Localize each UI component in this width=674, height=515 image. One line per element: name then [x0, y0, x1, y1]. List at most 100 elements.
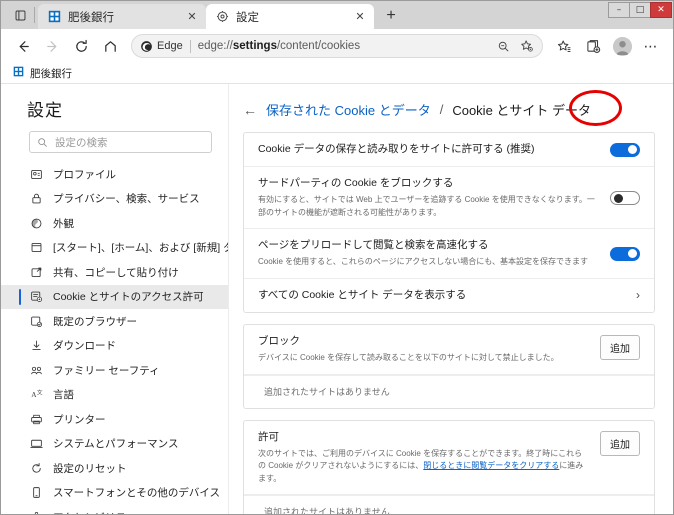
- forward-button[interactable]: [38, 33, 66, 59]
- close-button[interactable]: ✕: [650, 2, 672, 18]
- block-third-party-row[interactable]: サードパーティの Cookie をブロックする 有効にすると、サイトでは Web…: [244, 167, 654, 230]
- avatar: [612, 36, 632, 56]
- accessibility-icon: [29, 510, 44, 514]
- sidebar-item-label: 設定のリセット: [53, 462, 127, 475]
- search-icon: [38, 137, 47, 147]
- language-icon: A文: [29, 387, 44, 402]
- home-button[interactable]: [96, 33, 124, 59]
- gear-icon: [215, 10, 229, 24]
- sidebar-item-languages[interactable]: A文 言語: [1, 383, 228, 408]
- collections-icon: [586, 39, 600, 53]
- bookmark-item[interactable]: 肥後銀行: [9, 65, 76, 82]
- zoom-out-icon[interactable]: [492, 36, 514, 56]
- sidebar-item-profile[interactable]: プロファイル: [1, 162, 228, 187]
- row-description: Cookie を使用すると、これらのページにアクセスしない場合にも、基本設定を保…: [258, 257, 589, 267]
- row-title: すべての Cookie とサイト データを表示する: [258, 288, 467, 301]
- block-third-party-toggle[interactable]: [610, 190, 640, 205]
- row-text-block: ページをプリロードして閲覧と検索を高速化する Cookie を使用すると、これら…: [258, 238, 610, 269]
- omnibox-icons: [492, 36, 538, 56]
- sidebar-item-label: ダウンロード: [53, 340, 116, 353]
- allow-cookies-row[interactable]: Cookie データの保存と読み取りをサイトに許可する (推奨): [244, 133, 654, 168]
- profile-button[interactable]: [608, 33, 636, 59]
- section-title: ブロック: [258, 335, 300, 348]
- close-icon[interactable]: ✕: [184, 9, 200, 25]
- page-title: 設定: [27, 101, 63, 120]
- allow-cookies-toggle[interactable]: [610, 142, 640, 157]
- minimize-button[interactable]: –: [608, 2, 630, 18]
- bookmark-bar: 肥後銀行: [1, 63, 673, 84]
- sidebar-item-phone-other-devices[interactable]: スマートフォンとその他のデバイス: [1, 481, 228, 506]
- restore-button[interactable]: □: [629, 2, 651, 18]
- printer-icon: [29, 412, 44, 427]
- sidebar-item-reset-settings[interactable]: 設定のリセット: [1, 456, 228, 481]
- sidebar-item-start-home-newtab[interactable]: [スタート]、[ホーム]、および [新規] タブ: [1, 236, 228, 261]
- tab-settings[interactable]: 設定 ✕: [206, 4, 374, 29]
- block-empty-message: 追加されたサイトはありません: [244, 374, 654, 408]
- sidebar-item-label: ファミリー セーフティ: [53, 364, 160, 377]
- svg-text:文: 文: [37, 389, 43, 397]
- sidebar-item-appearance[interactable]: 外観: [1, 211, 228, 236]
- row-text-block: すべての Cookie とサイト データを表示する: [258, 288, 636, 303]
- cookie-settings-card: Cookie データの保存と読み取りをサイトに許可する (推奨) サードパーティ…: [243, 132, 655, 314]
- sidebar-item-label: スマートフォンとその他のデバイス: [53, 487, 221, 500]
- sidebar-item-cookies-permissions[interactable]: Cookie とサイトのアクセス許可: [1, 284, 228, 309]
- tab-strip: 肥後銀行 ✕ 設定 ✕ + – □ ✕: [1, 1, 673, 29]
- sidebar-item-privacy[interactable]: プライバシー、検索、サービス: [1, 187, 228, 212]
- reset-icon: [29, 461, 44, 476]
- url-prefix: edge://: [197, 40, 233, 52]
- back-arrow-icon[interactable]: ←: [243, 103, 257, 117]
- allow-add-button[interactable]: 追加: [600, 430, 640, 456]
- breadcrumb-parent-link[interactable]: 保存された Cookie とデータ: [266, 100, 431, 119]
- toggle-knob: [628, 145, 637, 155]
- refresh-button[interactable]: [67, 33, 95, 59]
- sidebar-item-system-performance[interactable]: システムとパフォーマンス: [1, 432, 228, 457]
- row-text-block: 許可 次のサイトでは、ご利用のデバイスに Cookie を保存することができます…: [258, 430, 600, 485]
- sidebar-item-label: 言語: [53, 389, 74, 402]
- sidebar-item-label: システムとパフォーマンス: [53, 438, 179, 451]
- sidebar-item-family-safety[interactable]: ファミリー セーフティ: [1, 358, 228, 383]
- view-all-cookies-row[interactable]: すべての Cookie とサイト データを表示する ›: [244, 279, 654, 312]
- row-text-block: ブロック デバイスに Cookie を保存して読み取ることを以下のサイトに対して…: [258, 334, 600, 365]
- back-button[interactable]: [9, 33, 37, 59]
- row-title: Cookie データの保存と読み取りをサイトに許可する (推奨): [258, 143, 535, 155]
- sidebar-item-default-browser[interactable]: 既定のブラウザー: [1, 309, 228, 334]
- clear-on-close-link[interactable]: 閉じるときに閲覧データをクリアする: [423, 461, 559, 470]
- settings-page: 設定 設定の検索 プロファイル プライバシー、検索、サービス 外観 [スタート]…: [1, 84, 673, 514]
- collections-button[interactable]: [579, 33, 607, 59]
- sidebar-item-printers[interactable]: プリンター: [1, 407, 228, 432]
- section-description: 次のサイトでは、ご利用のデバイスに Cookie を保存することができます。終了…: [258, 448, 590, 485]
- sidebar-item-label: プリンター: [53, 413, 106, 426]
- sidebar-item-accessibility[interactable]: アクセシビリティ: [1, 505, 228, 514]
- block-section-header: ブロック デバイスに Cookie を保存して読み取ることを以下のサイトに対して…: [244, 325, 654, 375]
- more-options-button[interactable]: ⋯: [637, 33, 665, 59]
- grid-blue-icon: [13, 66, 24, 80]
- preload-pages-toggle[interactable]: [610, 246, 640, 261]
- preload-pages-row[interactable]: ページをプリロードして閲覧と検索を高速化する Cookie を使用すると、これら…: [244, 229, 654, 279]
- start-page-icon: [29, 240, 44, 255]
- favorites-button[interactable]: [550, 33, 578, 59]
- tab-actions-icon[interactable]: [7, 2, 33, 28]
- allow-section-header: 許可 次のサイトでは、ご利用のデバイスに Cookie を保存することができます…: [244, 421, 654, 496]
- sidebar-nav-list: プロファイル プライバシー、検索、サービス 外観 [スタート]、[ホーム]、およ…: [1, 162, 228, 514]
- edge-brand: Edge: [140, 40, 183, 53]
- phone-icon: [29, 485, 44, 500]
- sidebar-item-label: プロファイル: [53, 168, 116, 181]
- search-input[interactable]: 設定の検索: [29, 131, 212, 153]
- allow-section-card: 許可 次のサイトでは、ご利用のデバイスに Cookie を保存することができます…: [243, 419, 655, 514]
- address-bar[interactable]: Edge edge://settings/content/cookies: [131, 34, 543, 58]
- chevron-right-icon[interactable]: ›: [636, 288, 640, 302]
- settings-main-content: ← 保存された Cookie とデータ / Cookie とサイト データ Co…: [229, 84, 673, 514]
- tab-higo-bank[interactable]: 肥後銀行 ✕: [38, 4, 206, 29]
- row-text-block: Cookie データの保存と読み取りをサイトに許可する (推奨): [258, 142, 610, 157]
- sidebar-item-label: アクセシビリティ: [53, 510, 136, 514]
- block-add-button[interactable]: 追加: [600, 335, 640, 361]
- sidebar-item-downloads[interactable]: ダウンロード: [1, 334, 228, 359]
- new-tab-button[interactable]: +: [378, 4, 404, 28]
- default-browser-icon: [29, 314, 44, 329]
- lock-icon: [29, 191, 44, 206]
- star-settings-icon[interactable]: [516, 36, 538, 56]
- sidebar-item-share-copy-paste[interactable]: 共有、コピーして貼り付け: [1, 260, 228, 285]
- close-icon[interactable]: ✕: [352, 9, 368, 25]
- system-icon: [29, 436, 44, 451]
- breadcrumb: ← 保存された Cookie とデータ / Cookie とサイト データ: [243, 100, 655, 119]
